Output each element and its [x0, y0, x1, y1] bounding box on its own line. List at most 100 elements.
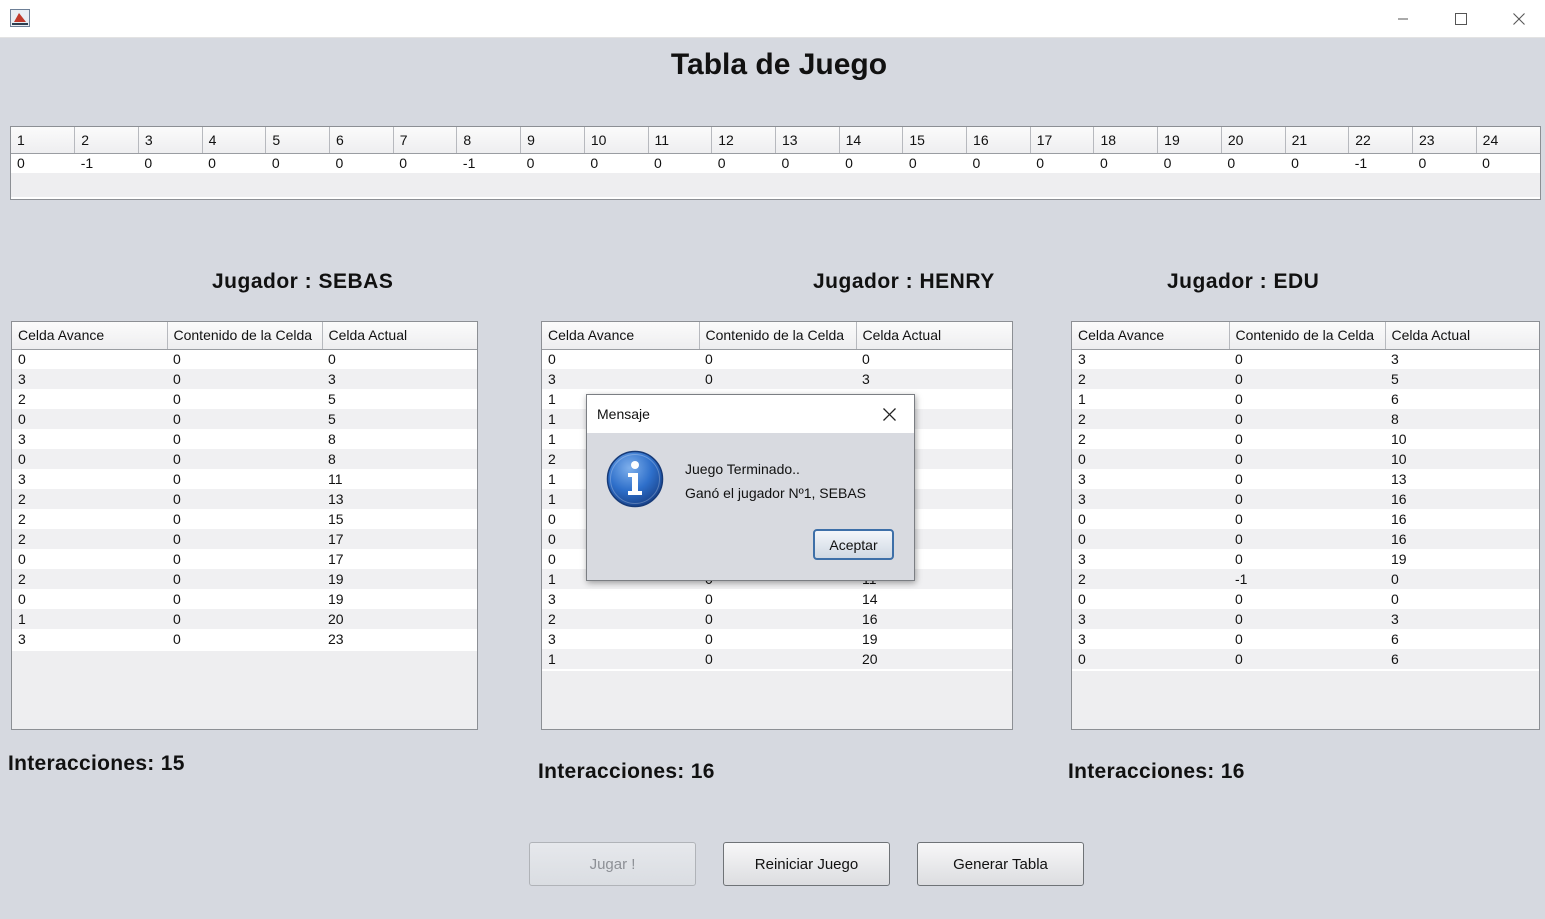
table-row[interactable]: 0 0 16	[1072, 529, 1539, 549]
table-row[interactable]: 3 0 13	[1072, 469, 1539, 489]
board-cell[interactable]: 0	[966, 153, 1031, 173]
table-cell[interactable]: 3	[1072, 349, 1229, 369]
table-cell[interactable]: 0	[167, 509, 322, 529]
table-cell[interactable]: 3	[12, 629, 167, 649]
table-cell[interactable]: 1	[542, 649, 699, 669]
board-cell[interactable]: 0	[1030, 153, 1094, 173]
table-row[interactable]: 0 0 16	[1072, 509, 1539, 529]
table-cell[interactable]: 10	[1385, 429, 1539, 449]
table-row[interactable]: 1 0 20	[542, 649, 1012, 669]
table-cell[interactable]: 2	[1072, 569, 1229, 589]
board-cell[interactable]: 0	[138, 153, 203, 173]
table-cell[interactable]: 8	[322, 449, 477, 469]
table-cell[interactable]: 6	[1385, 629, 1539, 649]
column-header-contenido[interactable]: Contenido de la Celda	[699, 322, 857, 350]
table-cell[interactable]: 3	[12, 469, 167, 489]
table-cell[interactable]: 3	[542, 369, 699, 389]
table-row[interactable]: 306	[1072, 629, 1539, 649]
board-column-header[interactable]: 6	[329, 127, 394, 154]
table-cell[interactable]: 0	[1229, 529, 1385, 549]
table-cell[interactable]: 0	[167, 609, 322, 629]
board-column-header[interactable]: 16	[966, 127, 1031, 154]
table-row[interactable]: 205	[12, 389, 477, 409]
board-column-header[interactable]: 10	[584, 127, 649, 154]
table-cell[interactable]: 13	[322, 489, 477, 509]
table-cell[interactable]: 20	[856, 649, 1012, 669]
table-cell[interactable]: 3	[322, 369, 477, 389]
table-cell[interactable]: 0	[1229, 369, 1385, 389]
board-column-header[interactable]: 15	[902, 127, 968, 154]
table-row[interactable]: 0 0 19	[12, 589, 477, 609]
board-column-header[interactable]: 20	[1221, 127, 1286, 154]
accept-button[interactable]: Aceptar	[813, 529, 894, 560]
table-cell[interactable]: 15	[322, 509, 477, 529]
table-row[interactable]: 000	[12, 349, 477, 369]
table-cell[interactable]: 0	[167, 589, 322, 609]
board-column-header[interactable]: 8	[456, 127, 522, 154]
board-column-header[interactable]: 9	[520, 127, 585, 154]
board-cell[interactable]: 0	[520, 153, 585, 173]
board-column-header[interactable]: 2	[74, 127, 139, 154]
table-cell[interactable]: 0	[1229, 489, 1385, 509]
board-cell[interactable]: 0	[711, 153, 776, 173]
table-cell[interactable]: 0	[167, 469, 322, 489]
table-cell[interactable]: 0	[856, 349, 1012, 369]
table-cell[interactable]: 0	[1229, 649, 1385, 669]
table-cell[interactable]: 0	[699, 629, 856, 649]
column-header-celda-avance[interactable]: Celda Avance	[1072, 322, 1230, 350]
play-button[interactable]: Jugar !	[529, 842, 696, 886]
table-cell[interactable]: 0	[699, 589, 856, 609]
generate-table-button[interactable]: Generar Tabla	[917, 842, 1084, 886]
column-header-celda-actual[interactable]: Celda Actual	[1385, 322, 1539, 350]
table-row[interactable]: 2 0 13	[12, 489, 477, 509]
board-column-header[interactable]: 11	[648, 127, 713, 154]
maximize-button[interactable]	[1432, 0, 1490, 38]
board-column-header[interactable]: 24	[1476, 127, 1540, 154]
table-cell[interactable]: 5	[1385, 369, 1539, 389]
table-cell[interactable]: 0	[1229, 509, 1385, 529]
table-cell[interactable]: 0	[1072, 529, 1229, 549]
table-cell[interactable]: 2	[12, 529, 167, 549]
table-cell[interactable]: 0	[167, 369, 322, 389]
table-cell[interactable]: 0	[1072, 649, 1229, 669]
table-row[interactable]: 2 0 16	[542, 609, 1012, 629]
table-cell[interactable]: 5	[322, 409, 477, 429]
table-cell[interactable]: 0	[1229, 589, 1385, 609]
column-header-contenido[interactable]: Contenido de la Celda	[167, 322, 323, 350]
table-row[interactable]: 3 0 14	[542, 589, 1012, 609]
board-cell[interactable]: -1	[456, 153, 521, 173]
board-cell[interactable]: -1	[1348, 153, 1413, 173]
table-row[interactable]: 2 -1 0	[1072, 569, 1539, 589]
table-row[interactable]: 3 0 19	[542, 629, 1012, 649]
table-cell[interactable]: 0	[167, 549, 322, 569]
table-cell[interactable]: 0	[1229, 349, 1385, 369]
table-cell[interactable]: 0	[167, 489, 322, 509]
table-cell[interactable]: 0	[542, 349, 699, 369]
table-cell[interactable]: 3	[856, 369, 1012, 389]
board-cell[interactable]: 0	[393, 153, 457, 173]
table-cell[interactable]: 1	[1072, 389, 1229, 409]
table-row[interactable]: 205	[1072, 369, 1539, 389]
table-row[interactable]: 308	[12, 429, 477, 449]
table-cell[interactable]: 3	[542, 589, 699, 609]
table-cell[interactable]: 19	[322, 589, 477, 609]
table-cell[interactable]: 2	[542, 609, 699, 629]
board-values-row[interactable]: 0 -1 0 0 0 0 0 -1 0 0 0 0 0 0 0 0 0 0 0 0 0 -1 0 0	[11, 153, 1540, 173]
table-cell[interactable]: 5	[322, 389, 477, 409]
table-cell[interactable]: 2	[12, 509, 167, 529]
table-row[interactable]: 000	[1072, 589, 1539, 609]
table-cell[interactable]: 0	[1072, 589, 1229, 609]
table-cell[interactable]: 0	[167, 429, 322, 449]
board-column-header[interactable]: 12	[711, 127, 776, 154]
table-cell[interactable]: 0	[1229, 449, 1385, 469]
table-cell[interactable]: 0	[167, 449, 322, 469]
table-cell[interactable]: 8	[322, 429, 477, 449]
table-cell[interactable]: 0	[12, 409, 167, 429]
board-column-header[interactable]: 22	[1348, 127, 1413, 154]
player-1-table[interactable]: Celda Avance Contenido de la Celda Celda…	[11, 321, 478, 730]
table-cell[interactable]: 11	[322, 469, 477, 489]
table-cell[interactable]: 0	[167, 349, 322, 369]
table-cell[interactable]: 0	[167, 389, 322, 409]
table-cell[interactable]: 3	[1072, 469, 1229, 489]
table-cell[interactable]: 3	[1385, 609, 1539, 629]
